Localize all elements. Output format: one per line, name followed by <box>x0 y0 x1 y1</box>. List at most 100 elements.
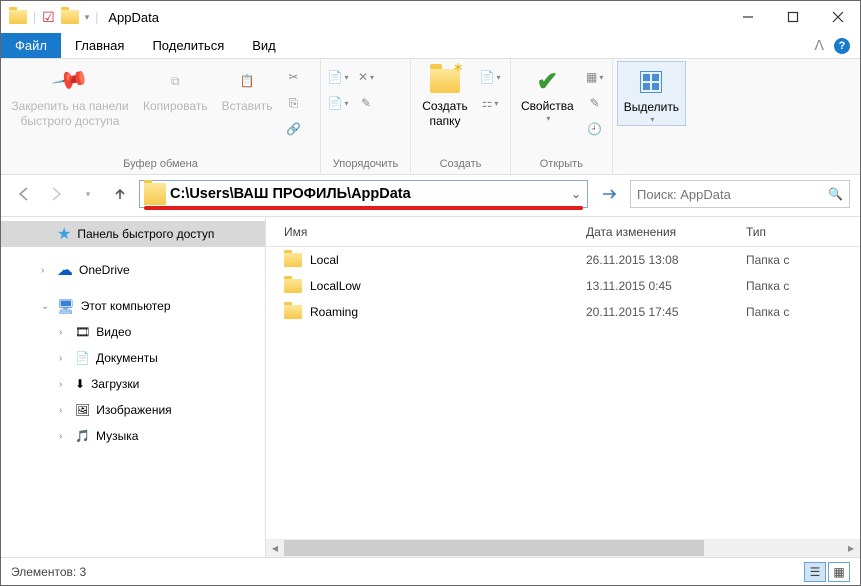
close-button[interactable] <box>815 2 860 32</box>
list-item[interactable]: Roaming 20.11.2015 17:45 Папка с <box>266 299 860 325</box>
tree-this-pc[interactable]: ⌄ 🖥 Этот компьютер <box>1 293 265 319</box>
col-name[interactable]: Имя <box>266 225 586 239</box>
file-name: Roaming <box>310 305 358 319</box>
scroll-right-icon[interactable]: ▸ <box>842 541 860 555</box>
help-icon[interactable]: ? <box>834 38 850 54</box>
pin-label: Закрепить на панели быстрого доступа <box>11 99 128 129</box>
select-label: Выделить <box>624 100 679 115</box>
maximize-button[interactable] <box>770 2 815 32</box>
tab-home[interactable]: Главная <box>61 33 138 58</box>
view-details-button[interactable]: ☰ <box>804 562 826 582</box>
paste-button[interactable]: 📋 Вставить <box>216 61 279 114</box>
documents-icon: 📄 <box>75 351 90 365</box>
tab-view[interactable]: Вид <box>238 33 290 58</box>
tree-videos[interactable]: › 🎞 Видео <box>1 319 265 345</box>
paste-shortcut-button[interactable]: 🔗 <box>281 117 307 141</box>
chevron-down-icon[interactable]: ⌄ <box>41 301 51 312</box>
new-folder-label: Создать папку <box>422 99 468 129</box>
paste-label: Вставить <box>222 99 273 114</box>
tree-documents[interactable]: › 📄 Документы <box>1 345 265 371</box>
chevron-down-icon: ▾ <box>650 115 654 125</box>
chevron-right-icon[interactable]: › <box>59 405 69 416</box>
search-input[interactable] <box>637 187 828 202</box>
cloud-icon: ☁ <box>57 260 73 280</box>
address-input[interactable] <box>170 186 565 202</box>
folder-icon <box>284 279 302 293</box>
folder-icon <box>284 253 302 267</box>
history-button[interactable]: 🕘 <box>582 117 608 141</box>
chevron-right-icon[interactable]: › <box>59 431 69 442</box>
qat-folder-icon[interactable] <box>61 10 79 24</box>
easy-access-button[interactable]: ⚏▾ <box>477 91 503 115</box>
chevron-right-icon[interactable]: › <box>59 353 69 364</box>
title-bar: | ☑ ▾ | AppData <box>1 1 860 33</box>
properties-button[interactable]: ✔ Свойства ▾ <box>515 61 580 124</box>
qat-dropdown-icon[interactable]: ▾ <box>85 12 90 23</box>
refresh-button[interactable] <box>594 180 624 208</box>
tree-downloads[interactable]: › ⬇ Загрузки <box>1 371 265 397</box>
search-box[interactable]: 🔍 <box>630 180 850 208</box>
new-item-button[interactable]: 📄▾ <box>477 65 503 89</box>
group-organize-label: Упорядочить <box>325 155 406 174</box>
chevron-right-icon[interactable]: › <box>41 265 51 276</box>
forward-button[interactable] <box>43 181 69 207</box>
window-title: AppData <box>108 10 159 25</box>
col-type[interactable]: Тип <box>746 225 860 239</box>
navigation-tree[interactable]: ★ Панель быстрого доступ › ☁ OneDrive ⌄ … <box>1 217 266 557</box>
chevron-right-icon[interactable]: › <box>59 379 69 390</box>
select-button[interactable]: Выделить ▾ <box>617 61 686 126</box>
view-icons-button[interactable]: ▦ <box>828 562 850 582</box>
copy-button[interactable]: ⧉ Копировать <box>137 61 214 114</box>
chevron-right-icon[interactable]: › <box>59 327 69 338</box>
group-clipboard: 📌 Закрепить на панели быстрого доступа ⧉… <box>1 59 321 174</box>
tree-pictures[interactable]: › 🖼 Изображения <box>1 397 265 423</box>
file-type: Папка с <box>746 305 860 319</box>
list-item[interactable]: LocalLow 13.11.2015 0:45 Папка с <box>266 273 860 299</box>
file-name: Local <box>310 253 339 267</box>
copy-to-button[interactable]: 📄▾ <box>325 91 351 115</box>
tree-onedrive[interactable]: › ☁ OneDrive <box>1 257 265 283</box>
videos-icon: 🎞 <box>75 325 90 339</box>
group-new-label: Создать <box>415 155 506 174</box>
search-icon[interactable]: 🔍 <box>828 187 843 201</box>
list-item[interactable]: Local 26.11.2015 13:08 Папка с <box>266 247 860 273</box>
collapse-ribbon-icon[interactable]: ᐱ <box>814 37 824 54</box>
ribbon-tabs: Файл Главная Поделиться Вид ᐱ ? <box>1 33 860 59</box>
tab-share[interactable]: Поделиться <box>138 33 238 58</box>
copy-icon: ⧉ <box>159 65 191 97</box>
qat-properties-icon[interactable]: ☑ <box>42 9 55 26</box>
scroll-left-icon[interactable]: ◂ <box>266 541 284 555</box>
horizontal-scrollbar[interactable]: ◂ ▸ <box>266 539 860 557</box>
tree-label: Загрузки <box>91 377 139 391</box>
group-clipboard-label: Буфер обмена <box>5 155 316 174</box>
address-bar[interactable]: ⌄ <box>139 180 588 208</box>
new-folder-button[interactable]: Создать папку <box>415 61 475 129</box>
chevron-down-icon: ▾ <box>546 114 550 124</box>
qat-divider: | <box>33 10 36 24</box>
tree-quick-access[interactable]: ★ Панель быстрого доступ <box>1 221 265 247</box>
cut-button[interactable]: ✂ <box>281 65 307 89</box>
pin-to-quick-access-button[interactable]: 📌 Закрепить на панели быстрого доступа <box>5 61 135 129</box>
col-date[interactable]: Дата изменения <box>586 225 746 239</box>
recent-locations-button[interactable]: ▾ <box>75 181 101 207</box>
rename-button[interactable]: ✎ <box>353 91 379 115</box>
group-organize: 📄▾ 📄▾ ✕▾ ✎ Упорядочить <box>321 59 411 174</box>
new-folder-icon <box>430 69 460 93</box>
tree-label: Видео <box>96 325 131 339</box>
edit-button[interactable]: ✎ <box>582 91 608 115</box>
downloads-icon: ⬇ <box>75 377 85 391</box>
move-to-button[interactable]: 📄▾ <box>325 65 351 89</box>
tree-music[interactable]: › 🎵 Музыка <box>1 423 265 449</box>
open-button[interactable]: ▦▾ <box>582 65 608 89</box>
group-select: Выделить ▾ <box>613 59 693 174</box>
back-button[interactable] <box>11 181 37 207</box>
check-icon: ✔ <box>536 65 558 98</box>
delete-button[interactable]: ✕▾ <box>353 65 379 89</box>
scrollbar-thumb[interactable] <box>284 540 704 556</box>
up-button[interactable] <box>107 181 133 207</box>
music-icon: 🎵 <box>75 429 90 443</box>
minimize-button[interactable] <box>725 2 770 32</box>
copy-path-button[interactable]: ⎘ <box>281 91 307 115</box>
tab-file[interactable]: Файл <box>1 33 61 58</box>
address-dropdown-icon[interactable]: ⌄ <box>565 187 587 201</box>
